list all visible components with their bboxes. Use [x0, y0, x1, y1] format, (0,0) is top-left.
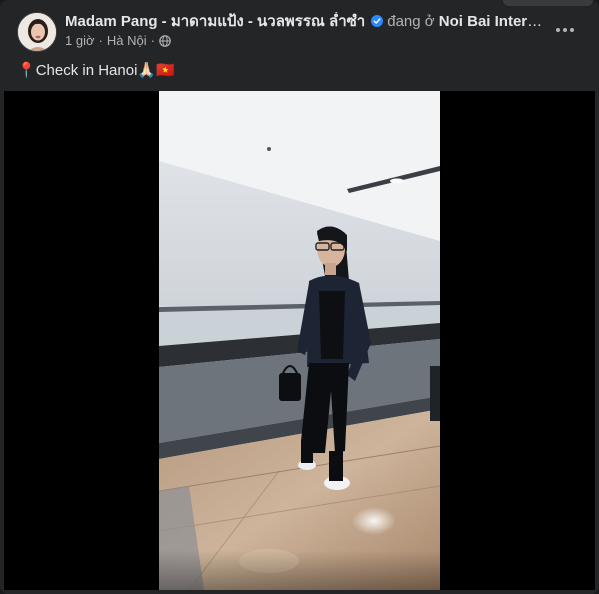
video-controls-overlay	[4, 550, 595, 590]
meta-separator: ·	[98, 33, 103, 48]
pin-emoji: 📍	[17, 62, 36, 79]
timestamp-link[interactable]: 1 giờ	[65, 33, 95, 49]
avatar-photo	[18, 13, 56, 51]
place-link[interactable]: Noi Bai Internat…	[439, 13, 549, 30]
author-line: Madam Pang - มาดามแป้ง - นวลพรรณ ล่ำซำ đa…	[65, 12, 549, 32]
vietnam-flag-emoji: 🇻🇳	[156, 62, 175, 79]
dot	[563, 28, 567, 32]
post-caption: 📍 Check in Hanoi 🙏🏻 🇻🇳	[17, 61, 175, 81]
video-still	[159, 91, 440, 590]
previous-card-edge	[503, 0, 593, 6]
more-options-icon[interactable]	[553, 18, 577, 42]
location-link[interactable]: Hà Nội	[107, 33, 147, 49]
dot	[570, 28, 574, 32]
meta-separator-2: ·	[150, 33, 155, 48]
caption-text: Check in Hanoi	[35, 62, 138, 79]
verified-badge-icon	[371, 15, 384, 27]
checkin-prefix: đang ở	[387, 13, 435, 30]
post-meta: 1 giờ · Hà Nội ·	[65, 33, 171, 49]
pray-emoji: 🙏🏻	[137, 62, 157, 79]
author-name-link[interactable]: Madam Pang - มาดามแป้ง - นวลพรรณ ล่ำซำ	[65, 13, 365, 30]
post-card: Madam Pang - มาดามแป้ง - นวลพรรณ ล่ำซำ đa…	[0, 0, 599, 594]
video-player[interactable]	[4, 91, 595, 590]
globe-icon[interactable]	[159, 35, 171, 47]
video-frame	[159, 91, 440, 590]
dot	[556, 28, 560, 32]
profile-avatar[interactable]	[17, 12, 57, 52]
